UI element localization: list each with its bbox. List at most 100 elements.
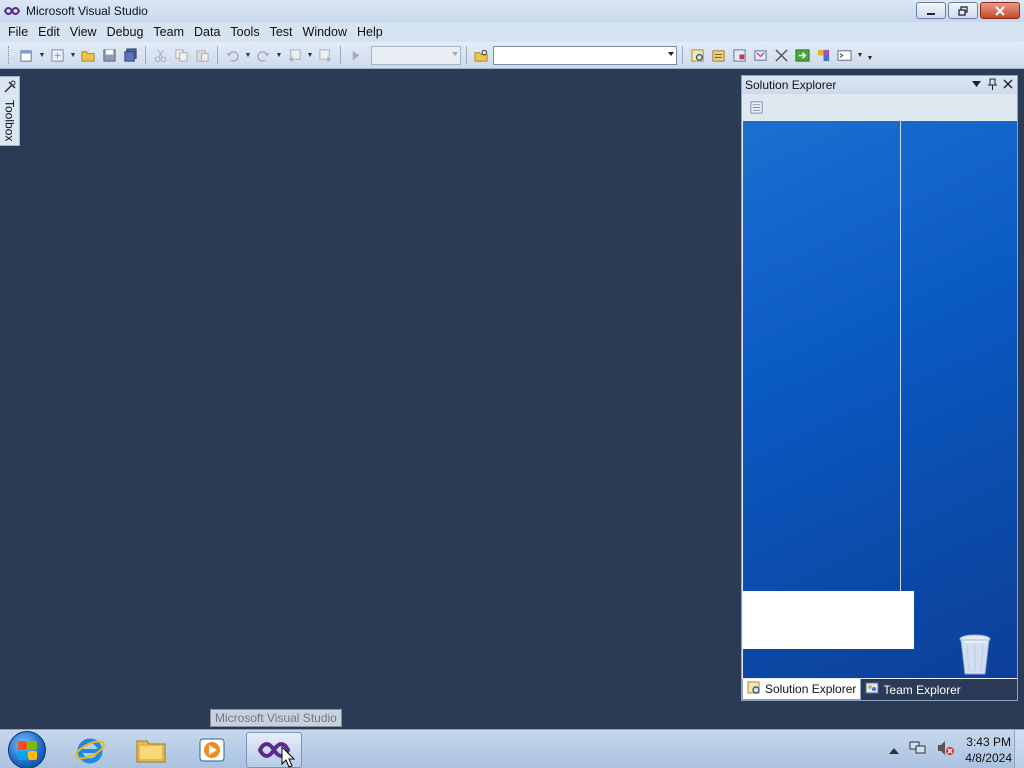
chevron-down-icon [452,51,458,56]
save-icon[interactable] [100,46,119,65]
recycle-bin-icon[interactable] [957,633,993,677]
window-controls [916,2,1020,19]
media-player-icon [199,738,225,762]
solution-explorer-header: Solution Explorer [742,76,1017,94]
save-all-icon[interactable] [121,46,140,65]
menu-team[interactable]: Team [148,25,189,39]
auto-hide-pin-icon[interactable] [986,77,998,91]
menu-help[interactable]: Help [352,25,388,39]
toolbox-tab[interactable]: Toolbox [0,76,20,146]
object-browser-icon[interactable] [730,46,749,65]
undo-icon[interactable] [223,46,242,65]
menu-view[interactable]: View [65,25,102,39]
menu-tools[interactable]: Tools [225,25,264,39]
navigate-backward-dropdown-icon[interactable]: ▼ [306,52,314,59]
toolbar-options-icon[interactable]: ▼ [866,55,874,62]
toolbar-separator [682,46,683,64]
restore-button[interactable] [948,2,978,19]
media-player-taskbar-button[interactable] [184,732,240,768]
toolbar-separator [217,46,218,64]
toolbox-icon [3,80,17,97]
toolbox-label: Toolbox [2,100,17,142]
blank-region [743,591,914,649]
menu-file[interactable]: File [3,25,33,39]
solution-explorer-content [743,121,1017,678]
cut-icon[interactable] [151,46,170,65]
menu-data[interactable]: Data [189,25,225,39]
clock-time: 3:43 PM [966,734,1011,749]
solution-configuration-combo[interactable] [371,45,461,65]
navigate-forward-icon[interactable] [316,46,335,65]
tab-team-explorer[interactable]: Team Explorer [861,679,964,700]
visual-studio-icon [2,0,22,22]
taskbar-tooltip: Microsoft Visual Studio [210,709,342,727]
title-bar: Microsoft Visual Studio [0,0,1024,22]
solution-explorer-panel: Solution Explorer Solution Explorer Team… [741,75,1018,701]
window-position-dropdown-icon[interactable] [970,77,982,91]
divider [900,121,901,591]
toolbar-separator [340,46,341,64]
menu-bar: File Edit View Debug Team Data Tools Tes… [0,22,1024,42]
tab-solution-explorer[interactable]: Solution Explorer [742,679,862,700]
solution-explorer-icon[interactable] [688,46,707,65]
add-item-dropdown-icon[interactable]: ▼ [69,52,77,59]
solution-explorer-toolbar [742,94,1017,120]
undo-dropdown-icon[interactable]: ▼ [244,52,252,59]
command-window-icon[interactable] [835,46,854,65]
network-icon[interactable] [909,740,927,759]
toolbar-separator [145,46,146,64]
minimize-button[interactable] [916,2,946,19]
mouse-cursor-icon [281,746,295,768]
start-button[interactable] [8,731,46,768]
taskbar: 3:43 PM 4/8/2024 [0,729,1024,768]
redo-icon[interactable] [254,46,273,65]
paste-icon[interactable] [193,46,212,65]
find-in-files-icon[interactable] [472,46,491,65]
toolbar-separator [466,46,467,64]
tab-label: Solution Explorer [765,682,857,696]
windows-logo-icon [18,741,37,760]
toolbox-window-icon[interactable] [751,46,770,65]
toolbar-grip[interactable] [8,46,11,64]
file-explorer-taskbar-button[interactable] [123,732,179,768]
show-desktop-button[interactable] [1014,730,1024,768]
volume-muted-icon[interactable] [937,740,955,759]
menu-test[interactable]: Test [265,25,298,39]
menu-edit[interactable]: Edit [33,25,65,39]
show-hidden-icons-icon[interactable] [889,743,900,757]
properties-icon[interactable] [747,98,766,117]
tools-icon[interactable] [772,46,791,65]
solution-explorer-tabs: Solution Explorer Team Explorer [742,679,1017,700]
add-item-icon[interactable] [48,46,67,65]
internet-explorer-taskbar-button[interactable] [62,732,118,768]
properties-window-icon[interactable] [709,46,728,65]
window-title: Microsoft Visual Studio [26,4,148,18]
command-window-dropdown-icon[interactable]: ▼ [856,52,864,59]
taskbar-clock[interactable]: 3:43 PM 4/8/2024 [965,734,1012,766]
tab-label: Team Explorer [883,682,961,697]
close-icon[interactable] [1002,77,1014,91]
standard-toolbar: ▼ ▼ ▼ ▼ ▼ ▼ ▼ [0,42,1024,69]
start-debugging-icon[interactable] [346,46,365,65]
panel-controls [970,77,1014,91]
team-explorer-icon [865,681,879,698]
copy-icon[interactable] [172,46,191,65]
menu-debug[interactable]: Debug [102,25,149,39]
start-page-icon[interactable] [793,46,812,65]
close-button[interactable] [980,2,1020,19]
internet-explorer-icon [75,738,105,764]
new-project-dropdown-icon[interactable]: ▼ [38,52,46,59]
menu-window[interactable]: Window [298,25,352,39]
class-view-icon[interactable] [814,46,833,65]
chevron-down-icon [668,51,674,56]
find-combo[interactable] [493,45,677,65]
solution-explorer-title: Solution Explorer [745,78,837,92]
clock-date: 4/8/2024 [965,750,1012,765]
redo-dropdown-icon[interactable]: ▼ [275,52,283,59]
solution-explorer-icon [747,681,761,698]
folder-icon [136,740,166,763]
system-tray: 3:43 PM 4/8/2024 [889,730,1012,768]
open-file-icon[interactable] [79,46,98,65]
navigate-backward-icon[interactable] [285,46,304,65]
new-project-icon[interactable] [17,46,36,65]
